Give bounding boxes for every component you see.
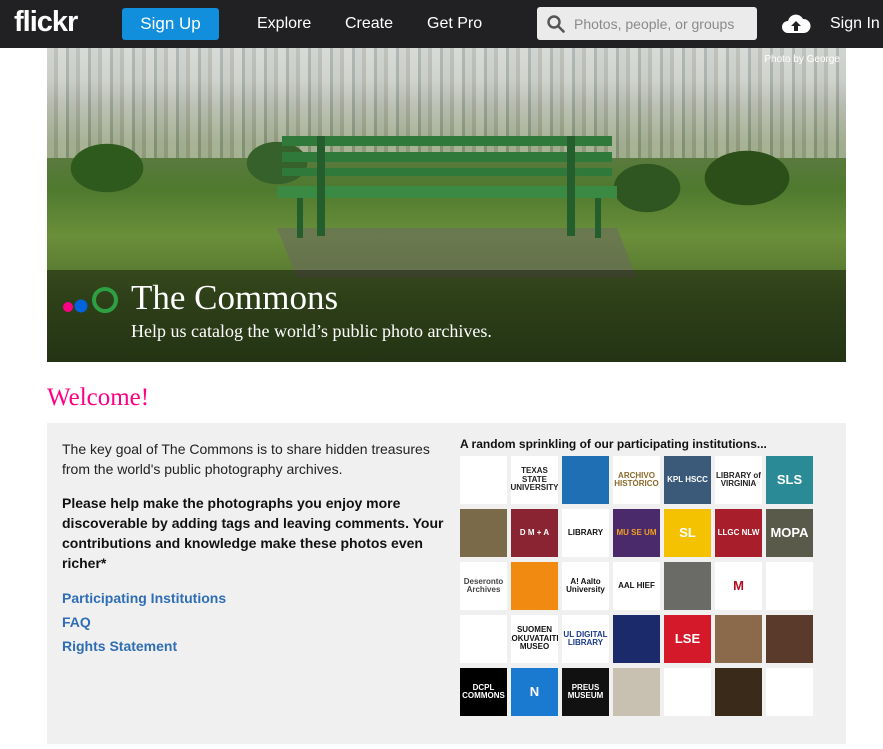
institution-logo-tile[interactable]: MU SE UM (613, 509, 660, 557)
institution-logo-tile[interactable]: SUOMEN VALOKUVATAITEEN MUSEO (511, 615, 558, 663)
institution-logo-tile[interactable]: LIBRARY of VIRGINIA (715, 456, 762, 504)
institution-logo-tile[interactable] (664, 668, 711, 716)
institution-logo-tile[interactable]: M (715, 562, 762, 610)
page-title: The Commons (131, 278, 339, 317)
hero-banner: Photo by George The Commons Help us cata… (47, 48, 846, 362)
institution-logo-tile[interactable] (460, 509, 507, 557)
institution-logo-tile[interactable] (460, 615, 507, 663)
nav-create[interactable]: Create (345, 15, 393, 33)
sign-in-link[interactable]: Sign In (830, 15, 880, 33)
content-panel: The key goal of The Commons is to share … (47, 423, 846, 744)
institution-logo-tile[interactable]: KPL HSCC (664, 456, 711, 504)
institution-logo-tile[interactable] (766, 562, 813, 610)
callout-text: Please help make the photographs you enj… (62, 495, 444, 571)
institution-logo-tile[interactable]: D M + A (511, 509, 558, 557)
institution-logo-tile[interactable]: N (511, 668, 558, 716)
top-nav-bar: flickr Sign Up Explore Create Get Pro Si… (0, 0, 883, 48)
institution-logo-tile[interactable] (766, 615, 813, 663)
institution-logo-tile[interactable] (460, 456, 507, 504)
search-icon[interactable] (547, 15, 565, 38)
institution-logo-tile[interactable]: PREUS MUSEUM (562, 668, 609, 716)
faq-link[interactable]: FAQ (62, 610, 226, 634)
search-box[interactable] (537, 7, 757, 40)
institution-logo-tile[interactable] (562, 456, 609, 504)
institution-logo-tile[interactable] (715, 668, 762, 716)
institution-logo-tile[interactable] (766, 668, 813, 716)
participating-institutions-link[interactable]: Participating Institutions (62, 586, 226, 610)
institution-logo-tile[interactable]: SLS (766, 456, 813, 504)
institution-logo-tile[interactable]: DCPL COMMONS (460, 668, 507, 716)
institution-logo-tile[interactable] (715, 615, 762, 663)
institution-logo-tile[interactable]: MOPA (766, 509, 813, 557)
institution-logo-tile[interactable] (613, 668, 660, 716)
commons-dots-logo-icon (63, 287, 118, 313)
nav-explore[interactable]: Explore (257, 15, 311, 33)
institution-logo-tile[interactable]: LIBRARY (562, 509, 609, 557)
institution-logo-tile[interactable] (511, 562, 558, 610)
rights-statement-link[interactable]: Rights Statement (62, 634, 226, 658)
institution-logo-tile[interactable] (664, 562, 711, 610)
institution-logo-tile[interactable]: AAL HIEF (613, 562, 660, 610)
page-subtitle: Help us catalog the world’s public photo… (131, 321, 492, 341)
upload-cloud-icon[interactable] (781, 13, 811, 40)
photo-credit[interactable]: Photo by George (764, 54, 840, 65)
sign-up-button[interactable]: Sign Up (122, 8, 219, 40)
institution-logo-tile[interactable]: TEXAS STATE UNIVERSITY (511, 456, 558, 504)
welcome-heading: Welcome! (47, 384, 150, 411)
institution-logo-tile[interactable]: SL (664, 509, 711, 557)
institution-logo-tile[interactable]: ARCHIVO HISTÓRICO (613, 456, 660, 504)
institution-logo-tile[interactable]: LLGC NLW (715, 509, 762, 557)
institution-logo-tile[interactable] (613, 615, 660, 663)
park-bench-image (277, 136, 637, 278)
flickr-logo[interactable]: flickr (14, 6, 78, 39)
info-links: Participating Institutions FAQ Rights St… (62, 586, 226, 658)
institution-logo-tile[interactable]: LSE (664, 615, 711, 663)
institution-logo-tile[interactable]: Deseronto Archives (460, 562, 507, 610)
institutions-grid: TEXAS STATE UNIVERSITY ARCHIVO HISTÓRICO K… (460, 456, 827, 716)
institution-logo-tile[interactable]: UL DIGITAL LIBRARY (562, 615, 609, 663)
intro-text: The key goal of The Commons is to share … (62, 441, 430, 477)
nav-get-pro[interactable]: Get Pro (427, 15, 482, 33)
search-input[interactable] (574, 7, 752, 40)
institution-logo-tile[interactable]: A! Aalto University (562, 562, 609, 610)
institutions-heading: A random sprinkling of our participating… (460, 437, 767, 451)
